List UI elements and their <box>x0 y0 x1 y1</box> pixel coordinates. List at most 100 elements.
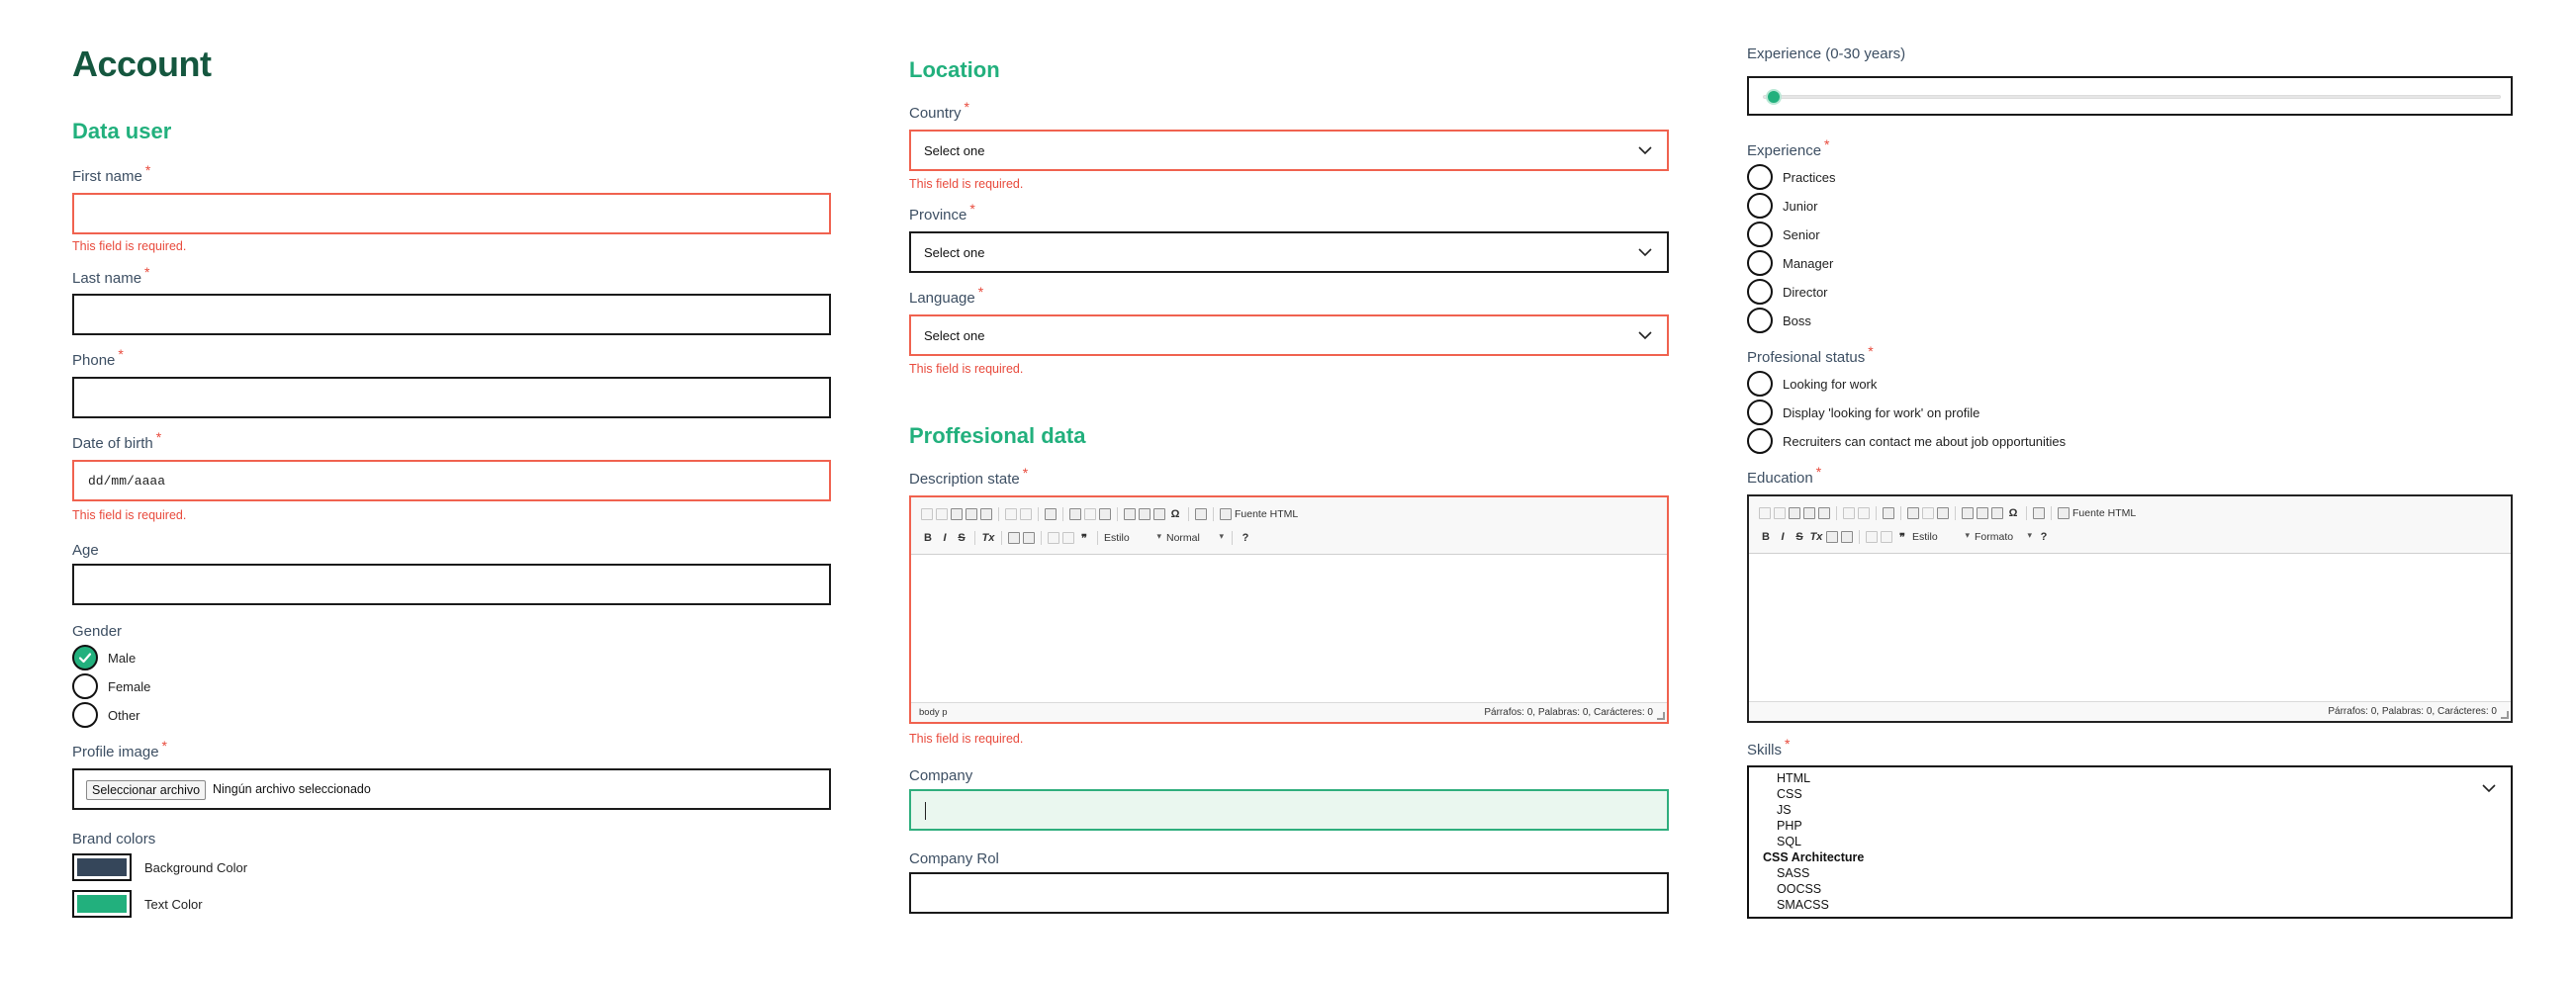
skill-option[interactable]: SQL <box>1777 835 1801 848</box>
anchor-icon[interactable] <box>1937 507 1949 519</box>
radio[interactable] <box>1747 400 1773 425</box>
cut-icon[interactable] <box>921 508 933 520</box>
help-icon[interactable]: ? <box>1239 532 1252 544</box>
resize-grip-icon[interactable] <box>2501 711 2509 719</box>
paste-text-icon[interactable] <box>1803 507 1815 519</box>
undo-icon[interactable] <box>1005 508 1017 520</box>
paste-icon[interactable] <box>951 508 963 520</box>
numbered-list-icon[interactable] <box>1008 532 1020 544</box>
radio[interactable] <box>1747 308 1773 333</box>
skill-option[interactable]: JS <box>1777 803 1792 817</box>
maximize-icon[interactable] <box>2033 507 2045 519</box>
skill-option[interactable]: CSS <box>1777 787 1802 801</box>
strike-icon[interactable]: S <box>1793 531 1806 543</box>
skill-option[interactable]: PHP <box>1777 819 1802 833</box>
image-icon[interactable] <box>1962 507 1974 519</box>
radio[interactable] <box>1747 279 1773 305</box>
outdent-icon[interactable] <box>1048 532 1059 544</box>
age-input[interactable] <box>72 564 831 605</box>
horizontal-rule-icon[interactable] <box>1153 508 1165 520</box>
indent-icon[interactable] <box>1881 531 1892 543</box>
unlink-icon[interactable] <box>1084 508 1096 520</box>
paste-word-icon[interactable] <box>1818 507 1830 519</box>
table-icon[interactable] <box>1139 508 1150 520</box>
radio[interactable] <box>1747 428 1773 454</box>
source-icon[interactable] <box>2058 507 2070 519</box>
experience-range[interactable] <box>1747 76 2513 116</box>
profile-image-input[interactable]: Seleccionar archivo Ningún archivo selec… <box>72 768 831 810</box>
blockquote-icon[interactable]: ❞ <box>1077 532 1091 545</box>
color-swatch[interactable] <box>72 890 132 918</box>
anchor-icon[interactable] <box>1099 508 1111 520</box>
outdent-icon[interactable] <box>1866 531 1878 543</box>
bulleted-list-icon[interactable] <box>1023 532 1035 544</box>
choose-file-button[interactable]: Seleccionar archivo <box>86 780 207 800</box>
undo-icon[interactable] <box>1843 507 1855 519</box>
format-combo[interactable]: Normal <box>1166 531 1226 544</box>
last-name-input[interactable] <box>72 294 831 335</box>
help-icon[interactable]: ? <box>2037 531 2051 543</box>
redo-icon[interactable] <box>1020 508 1032 520</box>
resize-grip-icon[interactable] <box>1657 712 1665 720</box>
province-select[interactable]: Select one <box>909 231 1669 273</box>
radio-checked[interactable] <box>72 645 98 670</box>
blockquote-icon[interactable]: ❞ <box>1895 531 1909 544</box>
table-icon[interactable] <box>1977 507 1988 519</box>
radio[interactable] <box>1747 371 1773 397</box>
skill-option[interactable]: SMACSS <box>1777 898 1829 912</box>
strike-icon[interactable]: S <box>955 532 968 544</box>
country-select[interactable]: Select one <box>909 130 1669 171</box>
redo-icon[interactable] <box>1858 507 1870 519</box>
italic-icon[interactable]: I <box>938 532 952 544</box>
maximize-icon[interactable] <box>1195 508 1207 520</box>
horizontal-rule-icon[interactable] <box>1991 507 2003 519</box>
language-select[interactable]: Select one <box>909 314 1669 356</box>
radio[interactable] <box>1747 193 1773 219</box>
link-icon[interactable] <box>1069 508 1081 520</box>
style-combo[interactable]: Estilo <box>1104 531 1163 544</box>
range-track[interactable] <box>1763 95 2501 99</box>
source-button[interactable]: Fuente HTML <box>1235 508 1298 520</box>
paste-word-icon[interactable] <box>980 508 992 520</box>
skill-option[interactable]: OOCSS <box>1777 882 1821 896</box>
bold-icon[interactable]: B <box>1759 531 1773 543</box>
special-char-icon[interactable]: Ω <box>1168 508 1182 520</box>
radio[interactable] <box>72 673 98 699</box>
radio[interactable] <box>1747 164 1773 190</box>
company-input[interactable] <box>909 789 1669 831</box>
italic-icon[interactable]: I <box>1776 531 1790 543</box>
image-icon[interactable] <box>1124 508 1136 520</box>
copy-icon[interactable] <box>1774 507 1786 519</box>
paste-text-icon[interactable] <box>966 508 977 520</box>
spellcheck-icon[interactable] <box>1045 508 1057 520</box>
radio[interactable] <box>72 702 98 728</box>
skills-multiselect[interactable]: HTML CSS JS PHP SQL CSS Architecture SAS… <box>1747 765 2513 919</box>
range-thumb[interactable] <box>1766 89 1782 105</box>
source-icon[interactable] <box>1220 508 1232 520</box>
radio[interactable] <box>1747 222 1773 247</box>
skill-option[interactable]: SASS <box>1777 866 1809 880</box>
cut-icon[interactable] <box>1759 507 1771 519</box>
indent-icon[interactable] <box>1062 532 1074 544</box>
unlink-icon[interactable] <box>1922 507 1934 519</box>
phone-input[interactable] <box>72 377 831 418</box>
source-button[interactable]: Fuente HTML <box>2072 507 2136 519</box>
dob-input[interactable]: dd/mm/aaaa <box>72 460 831 501</box>
link-icon[interactable] <box>1907 507 1919 519</box>
spellcheck-icon[interactable] <box>1883 507 1894 519</box>
copy-icon[interactable] <box>936 508 948 520</box>
radio[interactable] <box>1747 250 1773 276</box>
paste-icon[interactable] <box>1789 507 1800 519</box>
remove-format-icon[interactable]: Tx <box>1809 531 1823 543</box>
skill-option[interactable]: HTML <box>1777 771 1810 785</box>
bulleted-list-icon[interactable] <box>1841 531 1853 543</box>
format-combo[interactable]: Formato <box>1975 530 2034 543</box>
style-combo[interactable]: Estilo <box>1912 530 1972 543</box>
bold-icon[interactable]: B <box>921 532 935 544</box>
first-name-input[interactable] <box>72 193 831 234</box>
company-rol-input[interactable] <box>909 872 1669 914</box>
color-swatch[interactable] <box>72 853 132 881</box>
remove-format-icon[interactable]: Tx <box>981 532 995 544</box>
numbered-list-icon[interactable] <box>1826 531 1838 543</box>
education-editor[interactable]: Ω Fuente HTML BIS Tx ❞ Estilo Formato ? … <box>1747 494 2513 723</box>
